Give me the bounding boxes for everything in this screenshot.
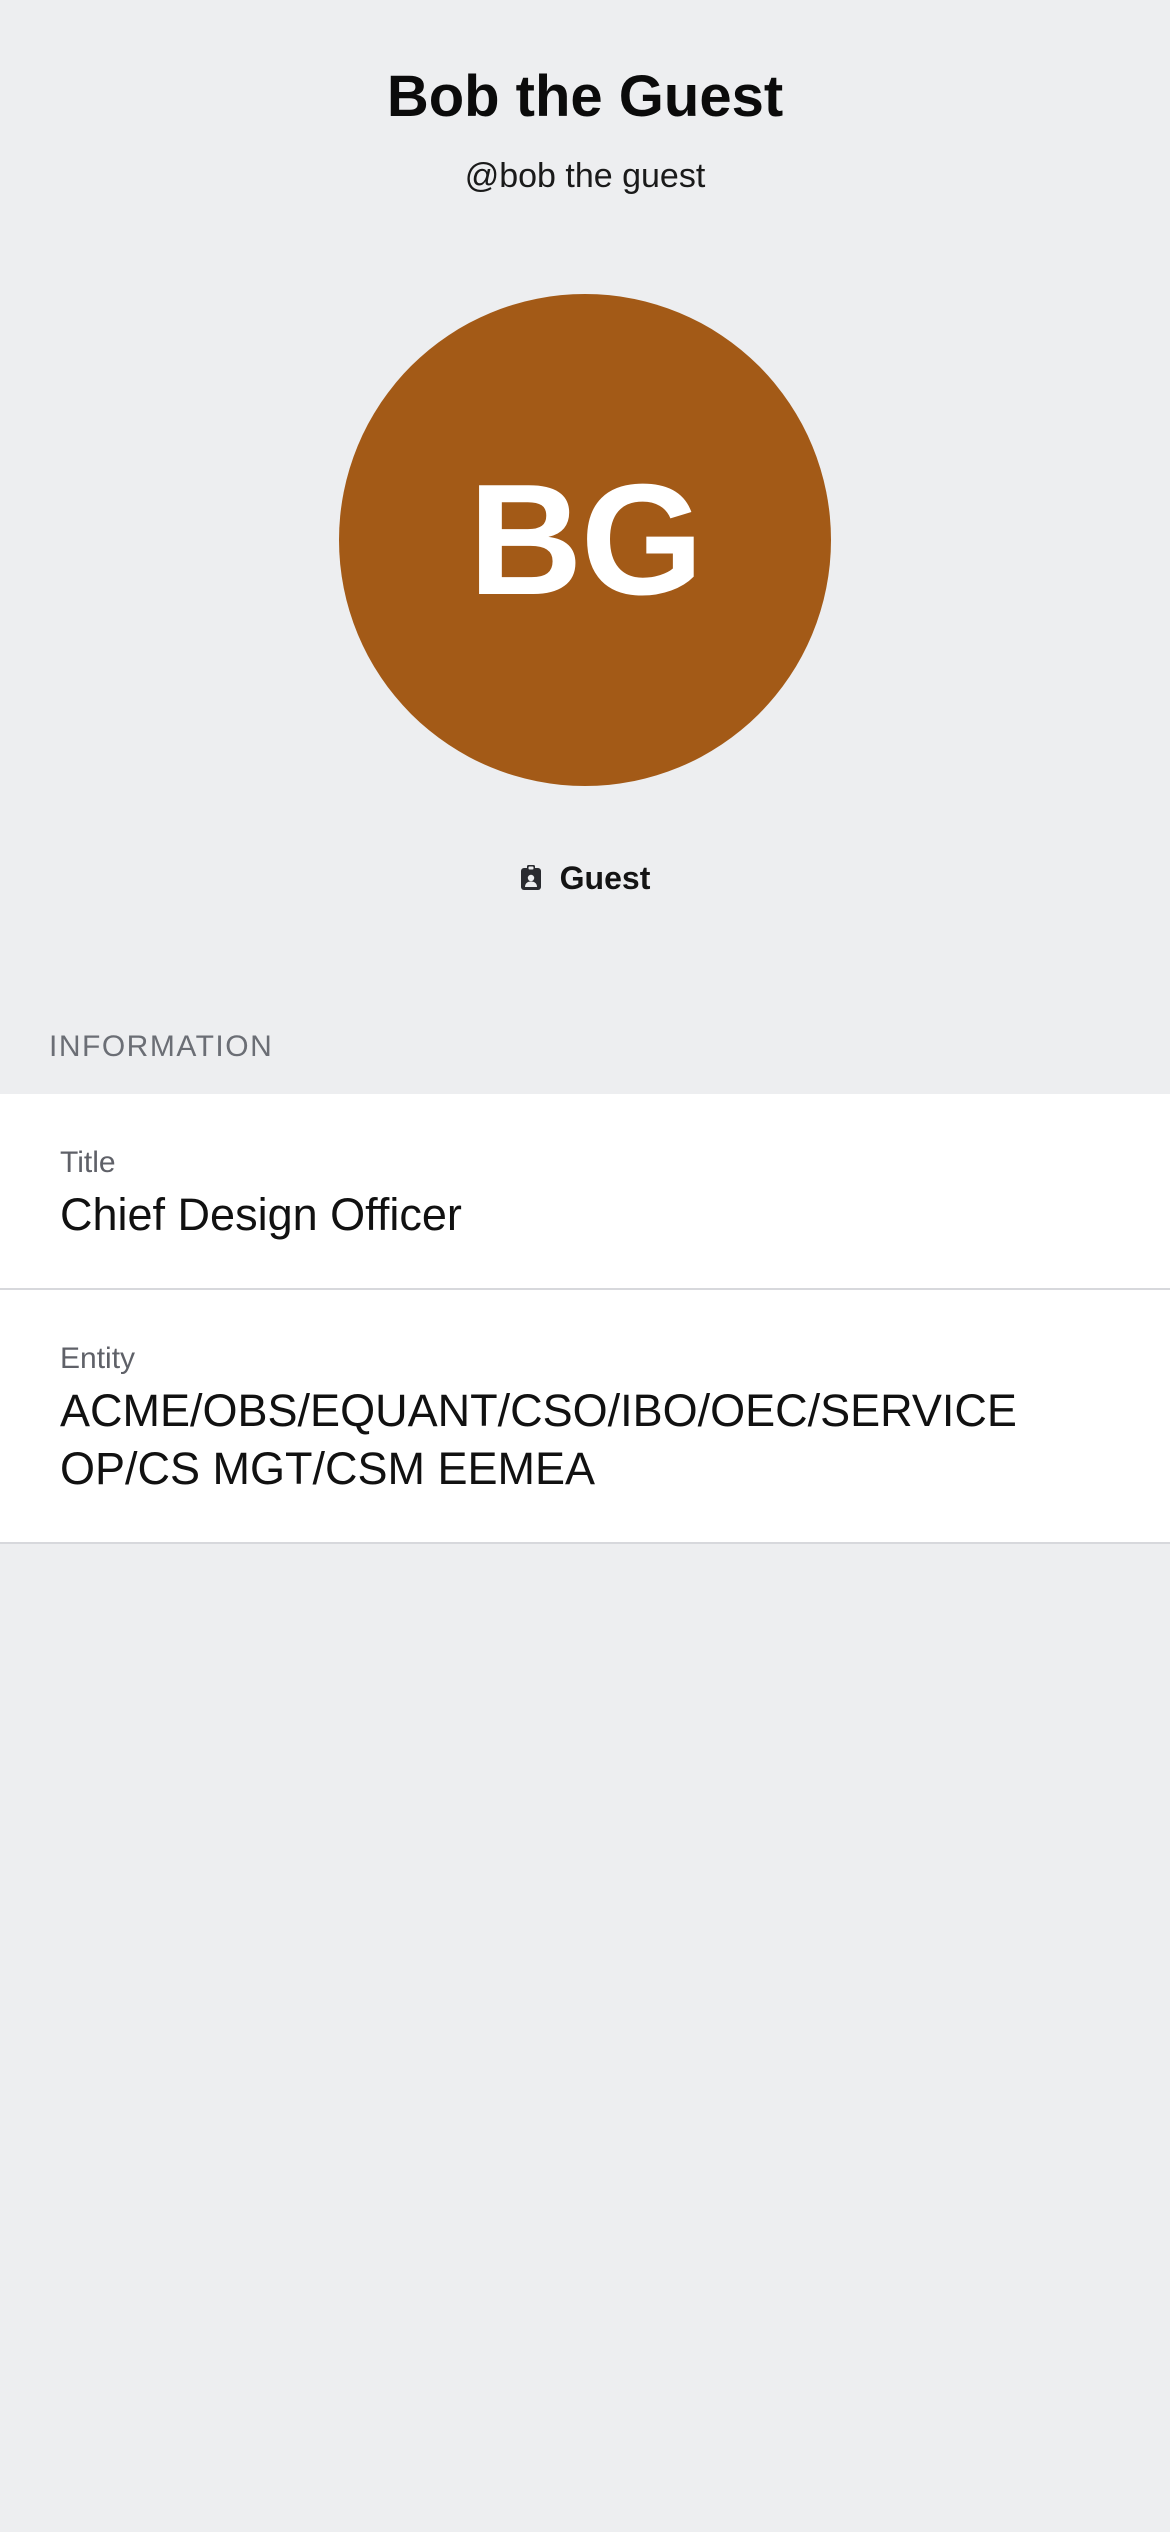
section-header-information: INFORMATION [49, 1030, 274, 1063]
info-value: Chief Design Officer [60, 1189, 462, 1240]
avatar: BG [339, 294, 831, 786]
profile-display-name: Bob the Guest [386, 64, 784, 129]
info-row-title: Title Chief Design Officer [0, 1094, 1170, 1290]
role-label: Guest [559, 859, 651, 896]
role-badge: Guest [0, 856, 1170, 900]
info-value: ACME/OBS/EQUANT/CSO/IBO/OEC/SERVICE OP/C… [60, 1385, 1017, 1494]
information-list: Title Chief Design Officer Entity ACME/O… [0, 1094, 1170, 1544]
badge-icon [520, 865, 542, 891]
avatar-initials: BG [468, 452, 704, 628]
info-label: Entity [60, 1342, 136, 1375]
info-row-entity: Entity ACME/OBS/EQUANT/CSO/IBO/OEC/SERVI… [0, 1290, 1170, 1544]
profile-username: @bob the guest [464, 157, 706, 195]
info-label: Title [60, 1146, 116, 1179]
